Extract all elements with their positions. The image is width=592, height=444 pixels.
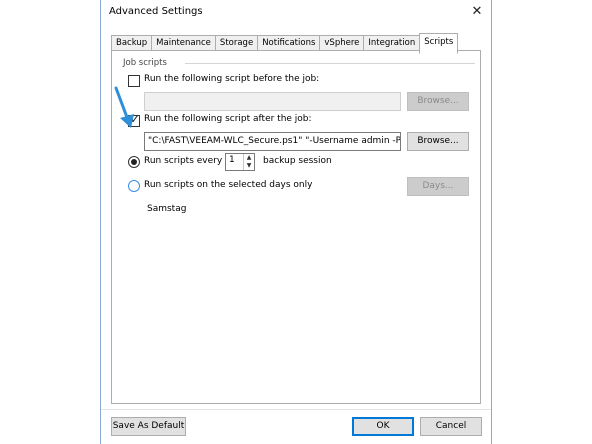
advanced-settings-dialog: Advanced Settings ✕ Backup Maintenance S…: [100, 0, 492, 444]
tab-scripts[interactable]: Scripts: [419, 33, 459, 54]
run-days-radio[interactable]: [128, 180, 140, 192]
spin-up-down-icon[interactable]: ▲ ▼: [243, 154, 253, 170]
after-job-label: Run the following script after the job:: [144, 114, 312, 124]
backup-session-label: backup session: [263, 156, 332, 166]
run-days-label: Run scripts on the selected days only: [144, 180, 313, 190]
spin-down-icon[interactable]: ▼: [244, 162, 254, 170]
close-icon[interactable]: ✕: [467, 2, 487, 22]
title-bar: Advanced Settings ✕: [101, 0, 491, 28]
cancel-button[interactable]: Cancel: [420, 417, 482, 436]
after-browse-button[interactable]: Browse...: [407, 132, 469, 151]
days-button[interactable]: Days...: [407, 177, 469, 196]
session-count-value: 1: [229, 155, 235, 165]
run-every-radio[interactable]: [128, 156, 140, 168]
before-job-label: Run the following script before the job:: [144, 74, 320, 84]
dialog-title: Advanced Settings: [109, 6, 203, 17]
before-script-field[interactable]: [144, 92, 401, 111]
footer-divider: [101, 409, 491, 410]
group-label-job-scripts: Job scripts: [123, 58, 167, 68]
save-as-default-button[interactable]: Save As Default: [111, 417, 186, 436]
radio-selected-dot: [131, 159, 137, 165]
arrow-pointer-icon: [114, 86, 134, 128]
run-every-label: Run scripts every: [144, 156, 223, 166]
group-divider: [185, 63, 475, 64]
after-script-field[interactable]: "C:\FAST\VEEAM-WLC_Secure.ps1" "-Usernam…: [144, 132, 401, 151]
before-browse-button[interactable]: Browse...: [407, 92, 469, 111]
session-count-stepper[interactable]: 1 ▲ ▼: [225, 153, 255, 171]
selected-days-text: Samstag: [147, 204, 187, 214]
tab-strip: Backup Maintenance Storage Notifications…: [111, 33, 459, 54]
spin-up-icon[interactable]: ▲: [244, 154, 254, 162]
ok-button[interactable]: OK: [352, 417, 414, 436]
